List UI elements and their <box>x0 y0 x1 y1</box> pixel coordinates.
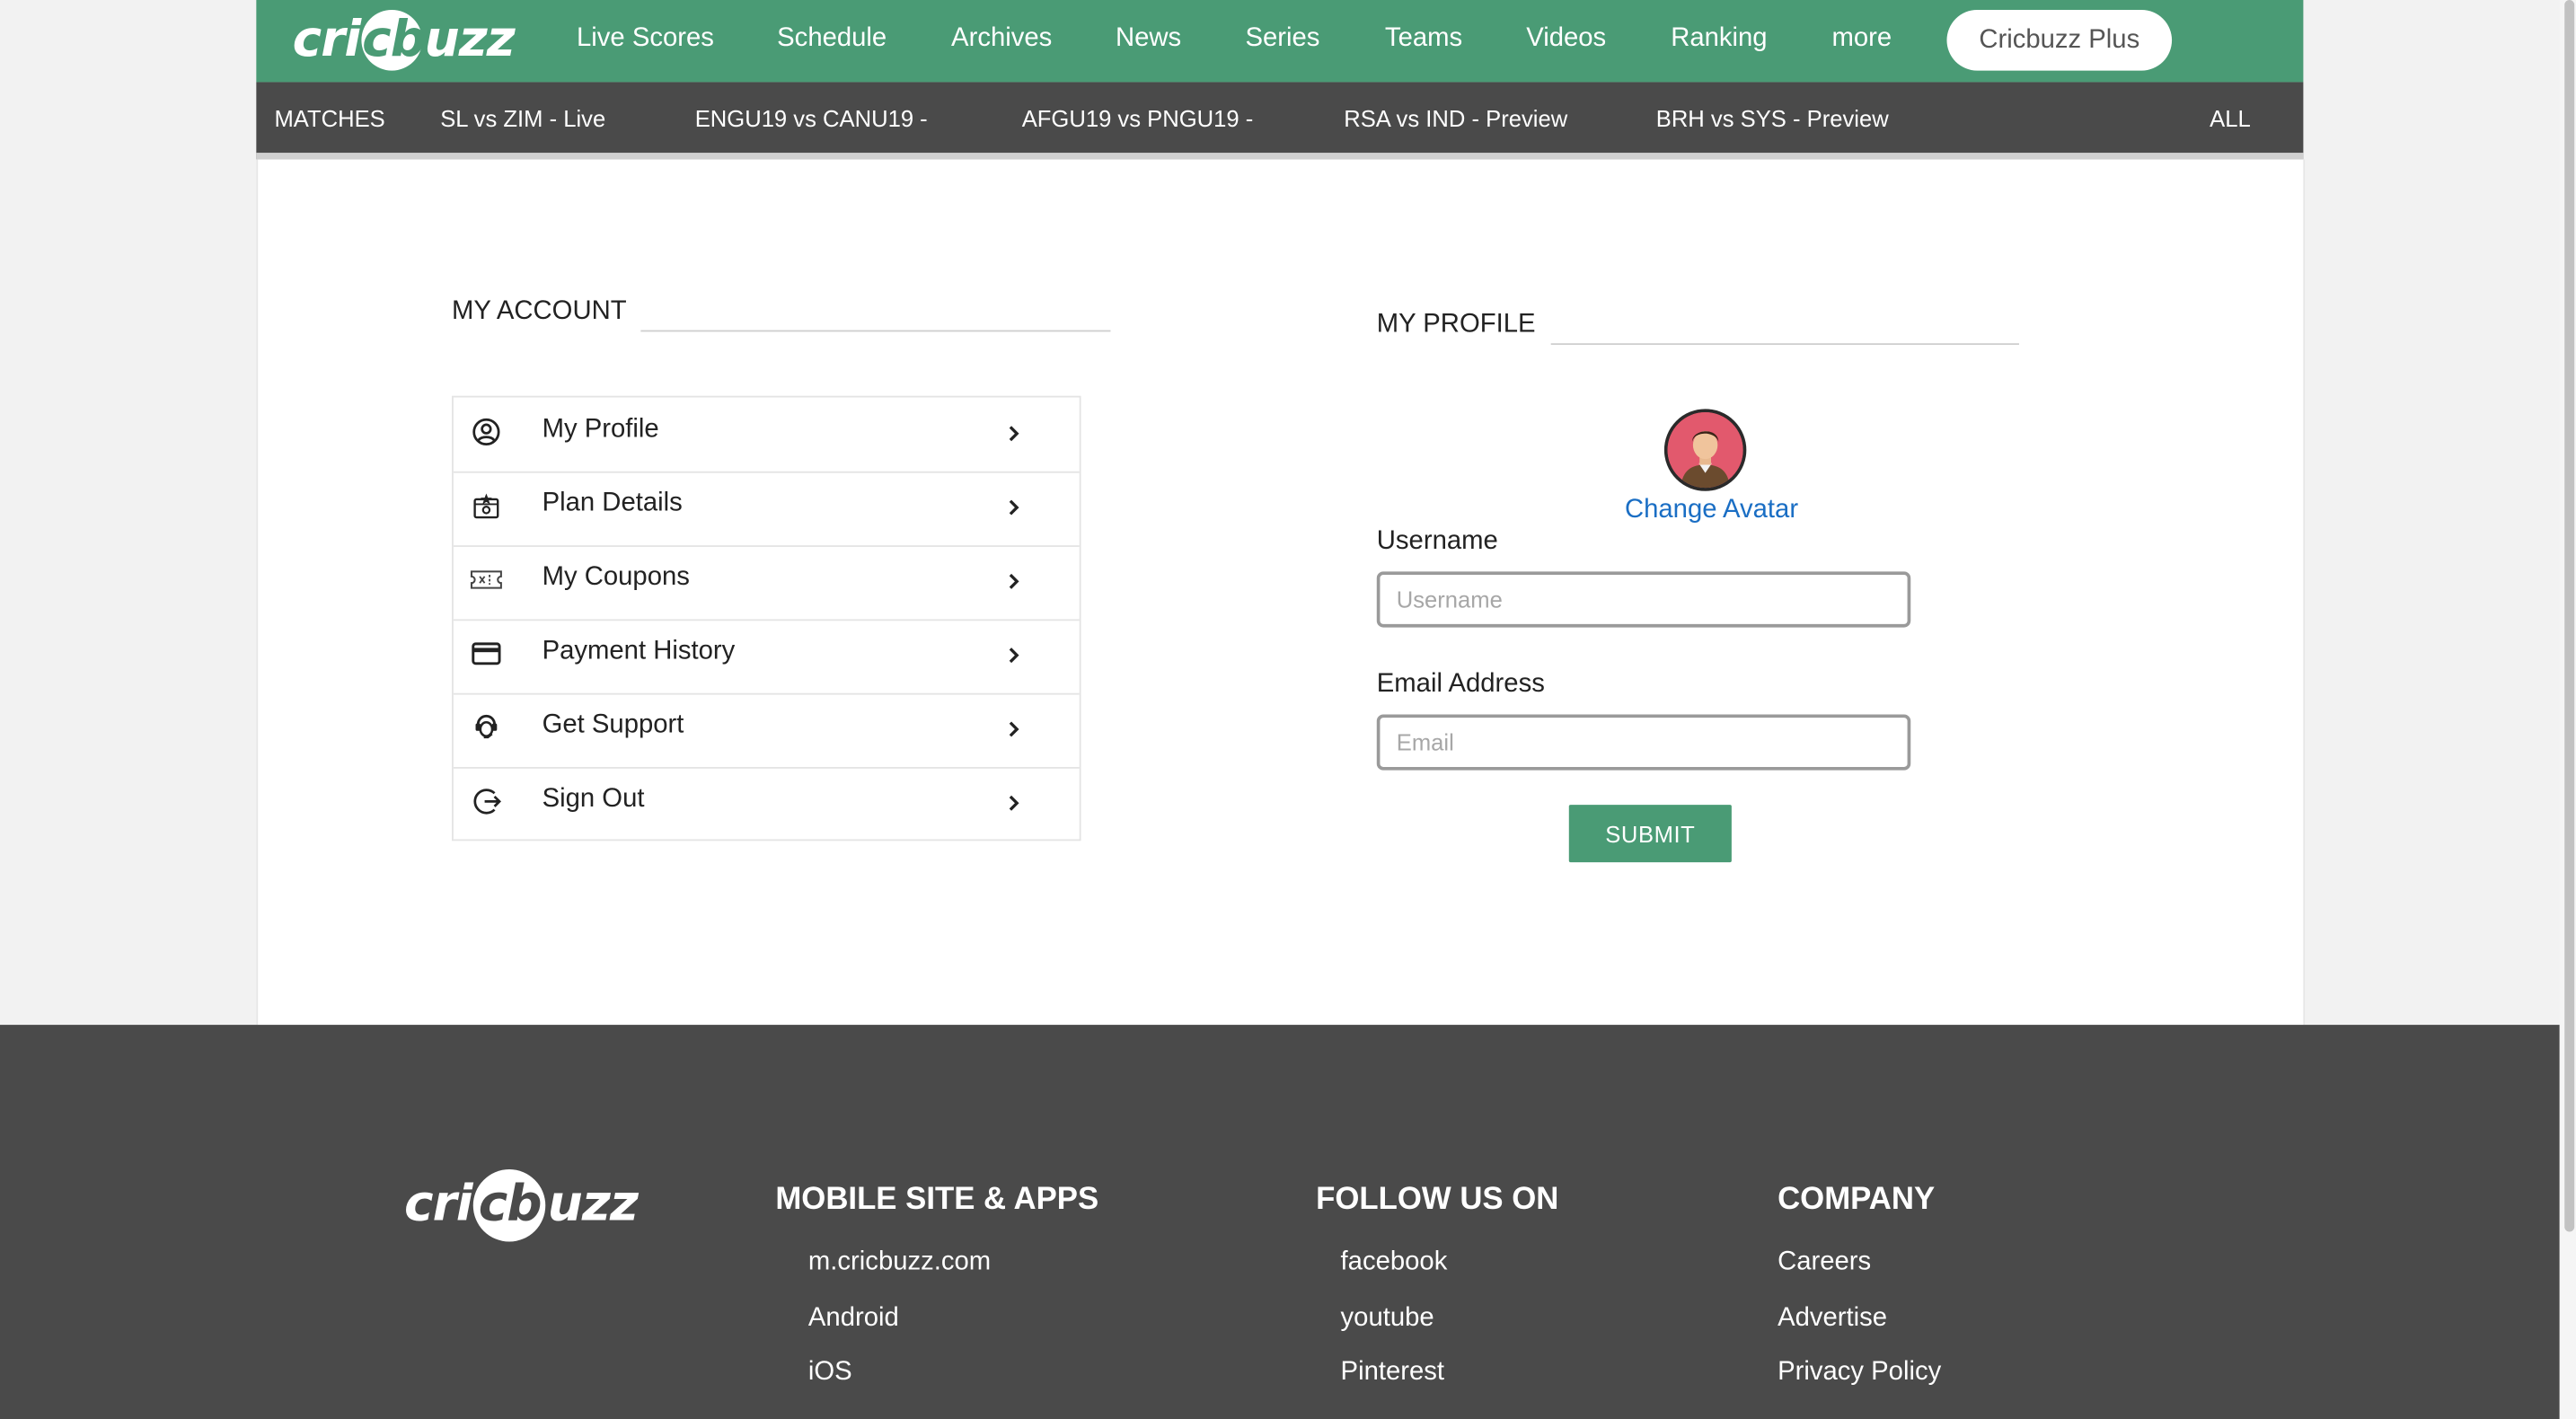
logo-text-end: uzz <box>424 11 516 69</box>
user-circle-icon <box>470 416 503 449</box>
top-navbar: cricbuzz Live Scores Schedule Archives N… <box>256 0 2304 83</box>
match-link-afgu19-pngu19[interactable]: AFGU19 vs PNGU19 - <box>1022 82 1254 153</box>
chevron-right-icon <box>1001 568 1027 595</box>
account-card: MY ACCOUNT My Profile Plan Details My Co… <box>256 159 2306 1026</box>
footer-link-pinterest[interactable]: Pinterest <box>1341 1358 1444 1388</box>
footer-link-mobile-site[interactable]: m.cricbuzz.com <box>808 1248 991 1278</box>
page: cricbuzz Live Scores Schedule Archives N… <box>0 0 2576 1419</box>
match-link-rsa-ind[interactable]: RSA vs IND - Preview <box>1344 82 1567 153</box>
chevron-right-icon <box>1001 494 1027 520</box>
menu-item-sign-out[interactable]: Sign Out <box>454 767 1080 841</box>
match-link-brh-sys[interactable]: BRH vs SYS - Preview <box>1656 82 1889 153</box>
account-menu: My Profile Plan Details My Coupons Payme… <box>452 395 1081 842</box>
menu-item-plan-details[interactable]: Plan Details <box>453 472 1080 547</box>
footer-cricbuzz-logo[interactable]: cri cb uzz <box>403 1169 639 1242</box>
chevron-right-icon <box>1001 642 1027 668</box>
footer-heading-mobile-apps: MOBILE SITE & APPS <box>775 1182 1099 1218</box>
support-agent-icon <box>470 711 503 745</box>
menu-item-my-coupons[interactable]: My Coupons <box>453 545 1080 621</box>
footer-heading-follow-us: FOLLOW US ON <box>1316 1182 1559 1218</box>
submit-button[interactable]: SUBMIT <box>1568 805 1732 863</box>
footer-link-privacy-policy[interactable]: Privacy Policy <box>1778 1358 1941 1388</box>
match-link-engu19-canu19[interactable]: ENGU19 vs CANU19 - <box>695 82 928 153</box>
avatar[interactable] <box>1663 409 1747 491</box>
cricbuzz-plus-button[interactable]: Cricbuzz Plus <box>1946 9 2173 71</box>
my-account-heading: MY ACCOUNT <box>452 296 627 326</box>
menu-label-payment-history: Payment History <box>542 637 736 665</box>
nav-more[interactable]: more <box>1831 0 1892 82</box>
matches-all-link[interactable]: ALL <box>2210 82 2251 153</box>
nav-archives[interactable]: Archives <box>951 0 1052 82</box>
nav-videos[interactable]: Videos <box>1526 0 1606 82</box>
logo-text-start: cri <box>292 11 362 69</box>
credit-card-icon <box>470 638 503 671</box>
menu-label-plan-details: Plan Details <box>542 489 683 518</box>
nav-series[interactable]: Series <box>1245 0 1319 82</box>
footer-logo-ball: cb <box>473 1169 546 1242</box>
logo-ball: cb <box>362 9 426 71</box>
chevron-right-icon <box>1001 420 1027 446</box>
plan-badge-icon <box>470 489 503 523</box>
footer-link-android[interactable]: Android <box>808 1304 899 1334</box>
nav-ranking[interactable]: Ranking <box>1671 0 1767 82</box>
matches-label: MATCHES <box>274 105 385 132</box>
menu-label-my-profile: My Profile <box>542 415 659 444</box>
menu-item-payment-history[interactable]: Payment History <box>453 619 1080 695</box>
footer-link-youtube[interactable]: youtube <box>1341 1304 1434 1334</box>
footer-heading-company: COMPANY <box>1778 1182 1936 1218</box>
match-link-sl-zim[interactable]: SL vs ZIM - Live <box>440 82 605 153</box>
nav-teams[interactable]: Teams <box>1385 0 1462 82</box>
cricbuzz-logo[interactable]: cricbuzz <box>292 9 516 71</box>
email-field[interactable] <box>1376 714 1911 771</box>
menu-item-get-support[interactable]: Get Support <box>453 693 1080 769</box>
sign-out-icon <box>470 785 503 818</box>
coupon-ticket-icon <box>470 563 503 596</box>
my-profile-heading: MY PROFILE <box>1376 310 1536 339</box>
menu-label-sign-out: Sign Out <box>542 785 645 814</box>
footer-link-advertise[interactable]: Advertise <box>1778 1304 1887 1334</box>
menu-item-my-profile[interactable]: My Profile <box>453 398 1080 473</box>
footer-link-ios[interactable]: iOS <box>808 1358 852 1388</box>
username-label: Username <box>1376 527 1498 556</box>
my-profile-divider <box>1550 343 2019 346</box>
nav-schedule[interactable]: Schedule <box>777 0 887 82</box>
my-account-divider <box>640 330 1111 332</box>
menu-label-get-support: Get Support <box>542 710 684 739</box>
footer: cri cb uzz MOBILE SITE & APPS m.cricbuzz.c… <box>0 1025 2560 1419</box>
chevron-right-icon <box>1001 790 1027 816</box>
footer-logo-text-end: uzz <box>547 1176 639 1234</box>
change-avatar-link[interactable]: Change Avatar <box>1625 496 1798 525</box>
email-label: Email Address <box>1376 670 1545 699</box>
footer-link-careers[interactable]: Careers <box>1778 1248 1871 1278</box>
nav-news[interactable]: News <box>1116 0 1181 82</box>
username-field[interactable] <box>1376 571 1911 628</box>
scrollbar-thumb[interactable] <box>2564 0 2575 1232</box>
footer-link-facebook[interactable]: facebook <box>1341 1248 1448 1278</box>
chevron-right-icon <box>1001 716 1027 742</box>
matches-bar: MATCHES SL vs ZIM - Live ENGU19 vs CANU1… <box>256 82 2304 160</box>
nav-live-scores[interactable]: Live Scores <box>577 0 714 82</box>
menu-label-my-coupons: My Coupons <box>542 563 690 592</box>
footer-logo-text-start: cri <box>403 1176 473 1234</box>
